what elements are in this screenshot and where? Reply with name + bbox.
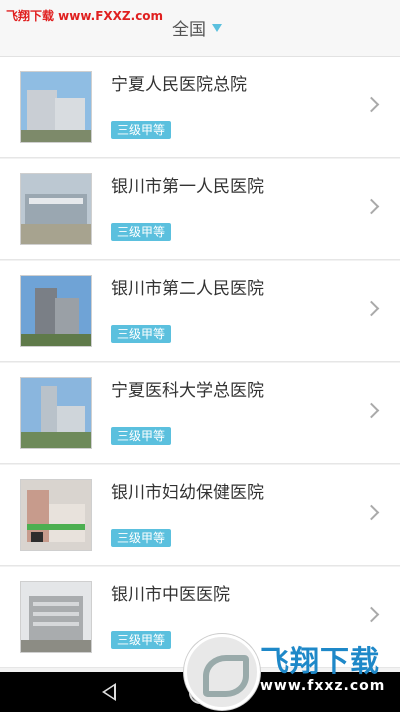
hospital-name: 银川市第二人民医院 [111,279,264,299]
watermark-bottom: 飞翔下载 www.fxxz.com [184,632,400,712]
region-selector[interactable]: 全国 [172,15,222,40]
hospital-name: 宁夏人民医院总院 [111,75,247,95]
hospital-row[interactable]: 宁夏人民医院总院 三级甲等 [0,57,400,158]
level-badge: 三级甲等 [111,121,172,139]
back-icon[interactable] [102,683,116,701]
level-badge: 三级甲等 [111,427,172,445]
hospital-row[interactable]: 宁夏医科大学总医院 三级甲等 [0,363,400,464]
level-badge: 三级甲等 [111,529,172,547]
hospital-photo [20,581,92,653]
chevron-right-icon [363,606,380,623]
watermark-brand: 飞翔下载 [260,644,381,678]
hospital-row[interactable]: 银川市第二人民医院 三级甲等 [0,261,400,362]
hospital-name: 银川市第一人民医院 [111,177,264,197]
hospital-row[interactable]: 银川市第一人民医院 三级甲等 [0,159,400,260]
watermark-url: www.fxxz.com [260,678,386,694]
level-badge: 三级甲等 [111,325,172,343]
level-badge: 三级甲等 [111,631,172,649]
chevron-right-icon [363,504,380,521]
level-badge: 三级甲等 [111,223,172,241]
hospital-photo [20,275,92,347]
caret-down-icon [212,24,222,32]
chevron-right-icon [363,300,380,317]
watermark-top: 飞翔下载 www.FXXZ.com [6,9,164,23]
hospital-row[interactable]: 银川市妇幼保健医院 三级甲等 [0,465,400,566]
watermark-logo-icon [184,634,260,710]
hospital-photo [20,71,92,143]
hospital-photo [20,173,92,245]
hospital-photo [20,377,92,449]
chevron-right-icon [363,198,380,215]
chevron-right-icon [363,402,380,419]
hospital-list: 宁夏人民医院总院 三级甲等 银川市第一人民医院 三级甲等 银川市第二人民医院 三… [0,57,400,669]
region-label: 全国 [172,19,206,40]
chevron-right-icon [363,96,380,113]
hospital-photo [20,479,92,551]
top-bar: 飞翔下载 www.FXXZ.com 全国 [0,0,400,57]
hospital-name: 宁夏医科大学总医院 [111,381,264,401]
hospital-name: 银川市中医医院 [111,585,230,605]
hospital-name: 银川市妇幼保健医院 [111,483,264,503]
